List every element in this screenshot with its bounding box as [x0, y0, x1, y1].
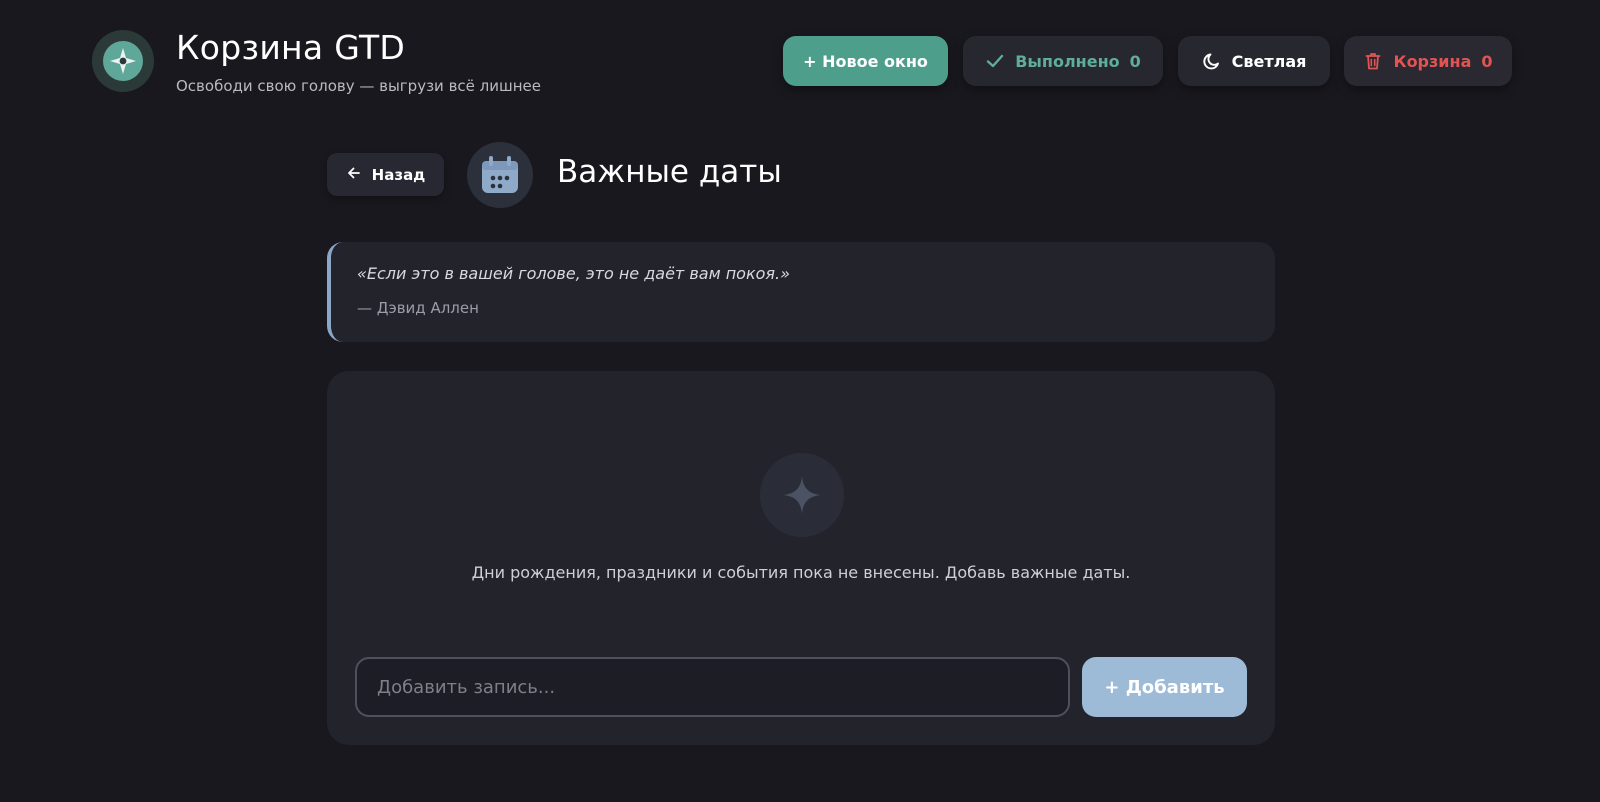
quote-text: «Если это в вашей голове, это не даёт ва…	[357, 264, 791, 283]
app-root: Корзина GTD Освободи свою голову — выгру…	[0, 0, 1600, 802]
app-title: Корзина GTD	[176, 28, 406, 67]
trash-count: 0	[1481, 51, 1493, 71]
quote-block: «Если это в вашей голове, это не даёт ва…	[327, 242, 1275, 342]
sparkle-icon	[760, 453, 844, 537]
new-window-button[interactable]: + Новое окно	[783, 36, 948, 86]
done-count: 0	[1129, 51, 1141, 71]
trash-button[interactable]: Корзина 0	[1344, 36, 1512, 86]
add-entry-button[interactable]: + Добавить	[1082, 657, 1247, 717]
trash-icon	[1363, 51, 1383, 71]
check-icon	[985, 51, 1005, 71]
compass-star-icon	[103, 41, 143, 81]
theme-label: Светлая	[1231, 51, 1307, 71]
trash-label: Корзина	[1393, 51, 1472, 71]
add-entry-input[interactable]	[355, 657, 1070, 717]
page-title: Важные даты	[557, 154, 782, 190]
calendar-icon	[467, 142, 533, 208]
app-subtitle: Освободи свою голову — выгрузи всё лишне…	[176, 77, 541, 95]
done-label: Выполнено	[1015, 51, 1120, 71]
back-label: Назад	[371, 165, 426, 184]
app-header: Корзина GTD Освободи свою голову — выгру…	[0, 0, 1600, 120]
add-entry-label: + Добавить	[1104, 676, 1225, 698]
arrow-left-icon	[346, 165, 362, 185]
logo	[92, 30, 154, 92]
moon-icon	[1202, 51, 1222, 71]
back-button[interactable]: Назад	[327, 153, 444, 196]
empty-state-text: Дни рождения, праздники и события пока н…	[471, 563, 1131, 582]
entries-card: Дни рождения, праздники и события пока н…	[327, 371, 1275, 745]
done-button[interactable]: Выполнено 0	[963, 36, 1163, 86]
quote-author: — Дэвид Аллен	[357, 299, 479, 317]
theme-toggle-button[interactable]: Светлая	[1178, 36, 1330, 86]
new-window-label: + Новое окно	[803, 51, 928, 71]
